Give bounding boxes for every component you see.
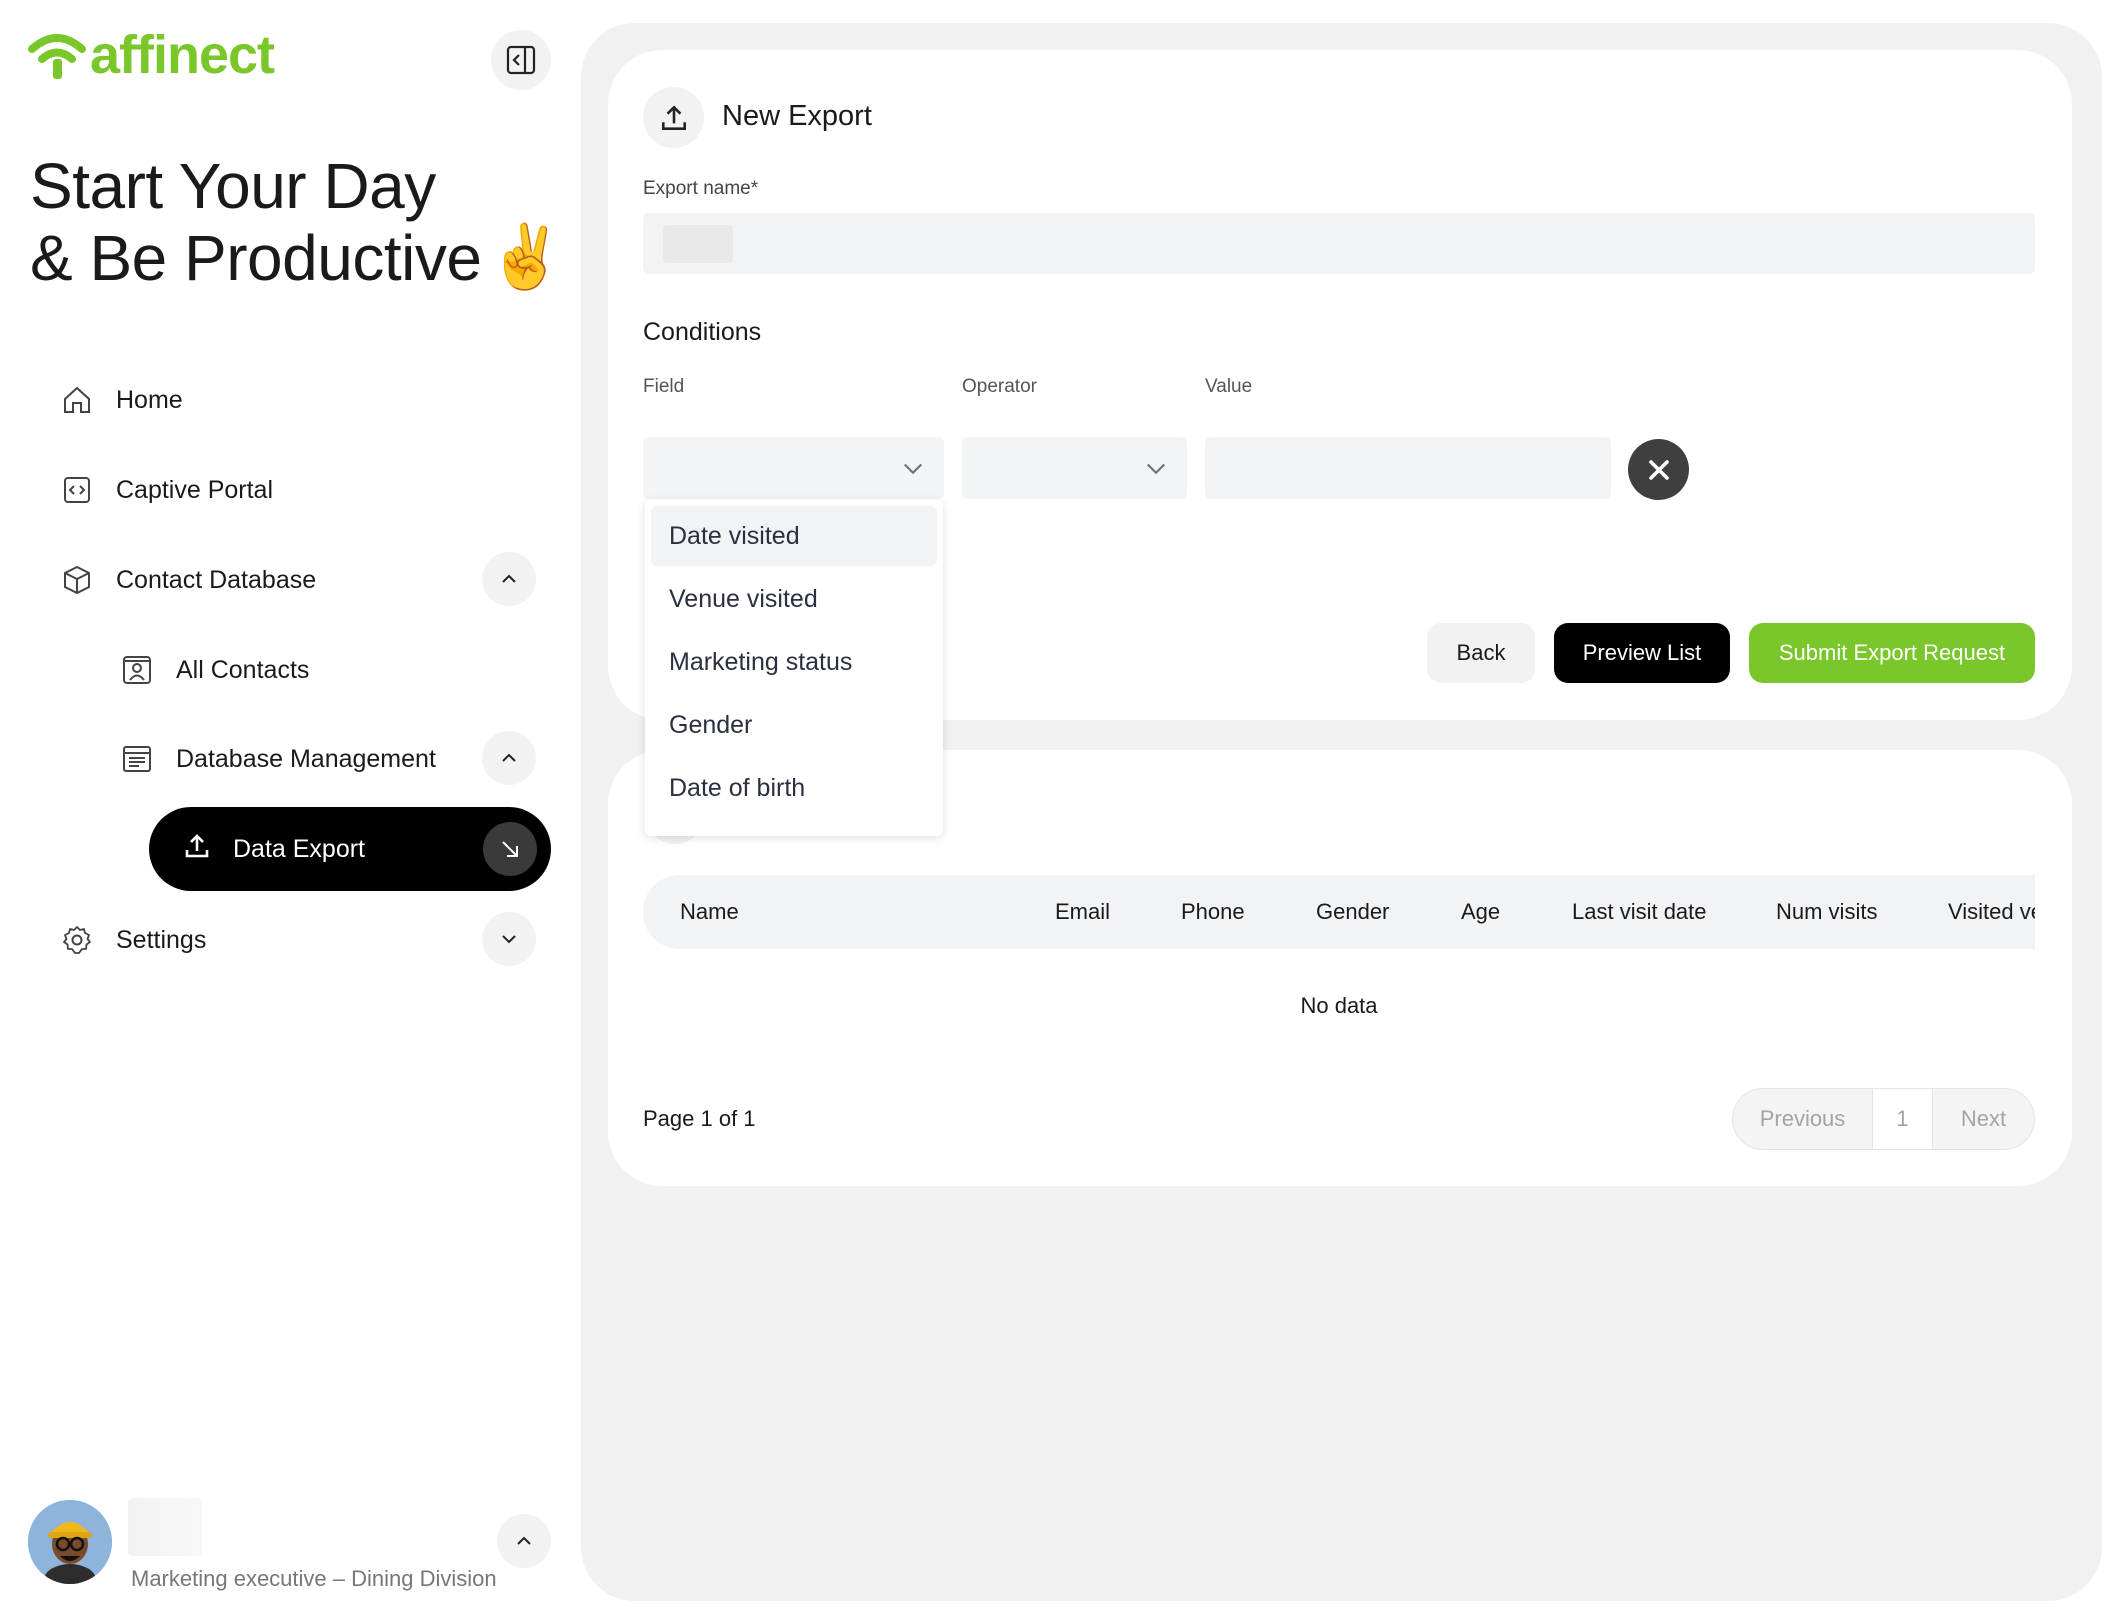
chevron-down-icon <box>1146 463 1166 475</box>
column-header-gender[interactable]: Gender <box>1316 875 1389 949</box>
settings-toggle[interactable] <box>482 912 536 966</box>
sidebar-item-label: Data Export <box>233 834 366 863</box>
pagination: Previous 1 Next <box>1732 1088 2035 1150</box>
export-name-label: Export name* <box>643 178 759 199</box>
close-icon <box>1648 459 1669 480</box>
dropdown-option-date-visited[interactable]: Date visited <box>651 506 937 566</box>
brand-logo[interactable]: affinect <box>28 25 275 85</box>
next-page-button[interactable]: Next <box>1933 1089 2034 1149</box>
conditions-title: Conditions <box>643 318 762 346</box>
dropdown-option-venue-visited[interactable]: Venue visited <box>651 569 937 629</box>
sidebar-item-captive-portal[interactable]: Captive Portal <box>60 473 273 507</box>
field-dropdown-menu: Date visited Venue visited Marketing sta… <box>645 500 943 836</box>
column-header-phone[interactable]: Phone <box>1181 875 1245 949</box>
chevron-down-icon <box>502 935 516 944</box>
home-icon <box>60 383 94 417</box>
export-name-input[interactable] <box>643 213 2035 274</box>
operator-column-label: Operator <box>962 376 1037 397</box>
column-header-last-visit-date[interactable]: Last visit date <box>1572 875 1707 949</box>
chevron-up-icon <box>502 574 516 583</box>
user-avatar-icon <box>28 1500 112 1584</box>
sidebar-item-label: Settings <box>116 925 207 954</box>
page-headline: Start Your Day & Be Productive✌️ <box>30 150 565 294</box>
list-window-icon <box>120 742 154 776</box>
upload-icon <box>661 104 686 130</box>
sidebar-item-label: All Contacts <box>176 655 310 684</box>
column-header-visited-venues[interactable]: Visited ve <box>1948 875 2035 949</box>
page-title: New Export <box>722 100 872 132</box>
operator-select[interactable] <box>962 437 1187 499</box>
empty-state-text: No data <box>1300 993 1378 1018</box>
chevron-up-icon <box>517 1536 531 1545</box>
sidebar-item-settings[interactable]: Settings <box>60 923 206 957</box>
sidebar-item-all-contacts[interactable]: All Contacts <box>120 653 309 687</box>
dropdown-option-marketing-status[interactable]: Marketing status <box>651 632 937 692</box>
export-header-icon <box>643 87 704 148</box>
back-button[interactable]: Back <box>1427 623 1535 683</box>
sidebar-item-contact-database[interactable]: Contact Database <box>60 563 316 597</box>
user-role: Marketing executive – Dining Division <box>131 1566 497 1591</box>
chevron-up-icon <box>502 753 516 762</box>
sidebar-item-label: Database Management <box>176 744 436 773</box>
sidebar-item-label: Contact Database <box>116 565 317 594</box>
value-column-label: Value <box>1205 376 1253 397</box>
remove-condition-button[interactable] <box>1628 439 1689 500</box>
arrow-down-right-icon[interactable] <box>483 822 537 876</box>
contact-database-toggle[interactable] <box>482 552 536 606</box>
user-menu-button[interactable] <box>497 1514 551 1568</box>
chevron-down-icon <box>903 463 923 475</box>
field-select[interactable] <box>643 437 944 499</box>
headline-line-1: Start Your Day <box>30 150 436 222</box>
gear-icon <box>60 923 94 957</box>
previous-page-button[interactable]: Previous <box>1733 1089 1873 1149</box>
cube-icon <box>60 563 94 597</box>
victory-hand-icon: ✌️ <box>487 223 565 292</box>
brand-name: affinect <box>90 25 275 85</box>
sidebar-item-data-export[interactable]: Data Export <box>149 807 551 891</box>
column-header-email[interactable]: Email <box>1055 875 1110 949</box>
code-window-icon <box>60 473 94 507</box>
export-name-redacted <box>663 225 733 263</box>
upload-icon <box>183 832 211 867</box>
column-header-num-visits[interactable]: Num visits <box>1776 875 1877 949</box>
sidebar-item-home[interactable]: Home <box>60 383 183 417</box>
value-input[interactable] <box>1205 437 1611 499</box>
database-management-toggle[interactable] <box>482 731 536 785</box>
avatar[interactable] <box>28 1500 112 1584</box>
dropdown-option-date-of-birth[interactable]: Date of birth <box>651 758 937 818</box>
sidebar-item-database-management[interactable]: Database Management <box>120 742 436 776</box>
sidebar-item-label: Captive Portal <box>116 475 274 504</box>
sidebar-collapse-icon <box>506 45 536 75</box>
submit-export-button[interactable]: Submit Export Request <box>1749 623 2035 683</box>
field-column-label: Field <box>643 376 685 397</box>
collapse-sidebar-button[interactable] <box>491 30 551 90</box>
wifi-logo-icon <box>28 34 86 79</box>
user-name-redacted <box>128 1498 202 1556</box>
dropdown-option-gender[interactable]: Gender <box>651 695 937 755</box>
sidebar-item-label: Home <box>116 385 183 414</box>
table-header: Name Email Phone Gender Age Last visit d… <box>643 875 2035 949</box>
contact-card-icon <box>120 653 154 687</box>
page-info: Page 1 of 1 <box>643 1106 756 1131</box>
headline-line-2: & Be Productive <box>30 222 482 294</box>
preview-list-button[interactable]: Preview List <box>1554 623 1730 683</box>
column-header-name[interactable]: Name <box>680 875 739 949</box>
page-number-button[interactable]: 1 <box>1873 1089 1933 1149</box>
column-header-age[interactable]: Age <box>1461 875 1500 949</box>
